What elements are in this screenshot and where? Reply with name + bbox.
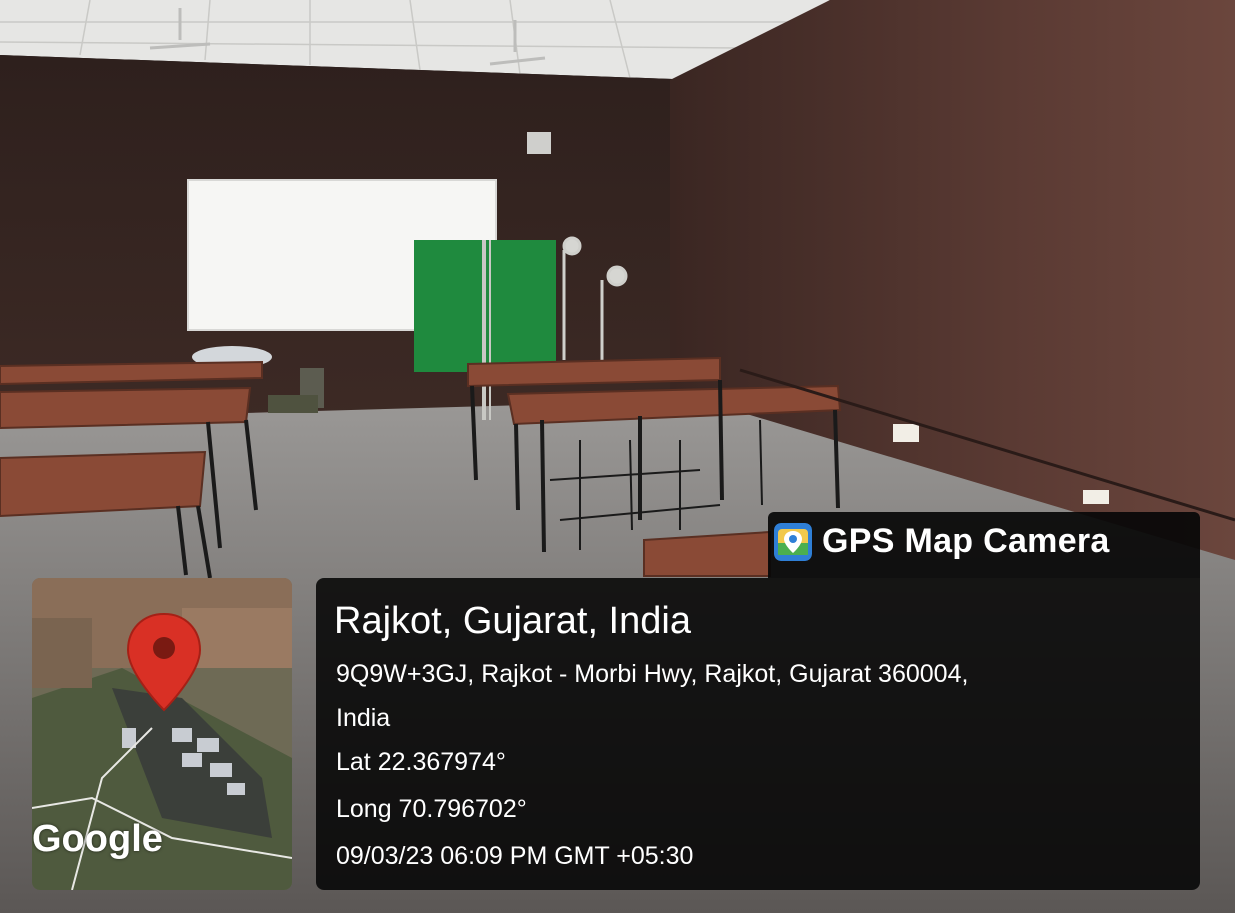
location-title: Rajkot, Gujarat, India	[334, 600, 691, 642]
latitude-label: Lat 22.367974°	[336, 748, 506, 776]
datetime-label: 09/03/23 06:09 PM GMT +05:30	[336, 842, 694, 870]
app-name-label: GPS Map Camera	[822, 522, 1110, 560]
gps-map-camera-badge: GPS Map Camera	[768, 512, 1200, 578]
longitude-label: Long 70.796702°	[336, 795, 527, 823]
gps-map-camera-app-icon	[774, 523, 812, 561]
google-logo-label: Google	[32, 818, 163, 860]
map-pin-icon	[126, 612, 202, 712]
location-info-panel: Rajkot, Gujarat, India 9Q9W+3GJ, Rajkot …	[316, 578, 1200, 890]
address-line-1: 9Q9W+3GJ, Rajkot - Morbi Hwy, Rajkot, Gu…	[336, 660, 969, 688]
map-thumbnail: Google	[32, 578, 292, 890]
address-line-2: India	[336, 704, 391, 732]
